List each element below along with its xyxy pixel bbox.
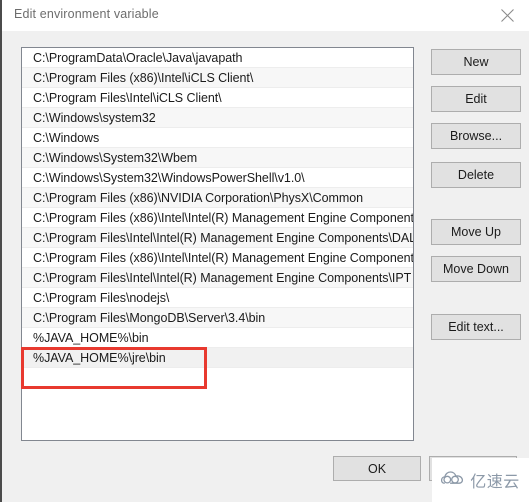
- table-row[interactable]: %JAVA_HOME%\bin: [22, 328, 413, 348]
- table-row[interactable]: C:\Program Files (x86)\NVIDIA Corporatio…: [22, 188, 413, 208]
- edit-environment-variable-dialog: Edit environment variable C:\ProgramData…: [0, 0, 529, 502]
- table-row[interactable]: C:\Windows\System32\WindowsPowerShell\v1…: [22, 168, 413, 188]
- table-row[interactable]: C:\Windows\system32: [22, 108, 413, 128]
- delete-button[interactable]: Delete: [431, 162, 521, 188]
- edit-text-button[interactable]: Edit text...: [431, 314, 521, 340]
- table-row[interactable]: C:\Windows: [22, 128, 413, 148]
- table-row[interactable]: C:\Program Files\nodejs\: [22, 288, 413, 308]
- table-row[interactable]: C:\Program Files\MongoDB\Server\3.4\bin: [22, 308, 413, 328]
- path-list[interactable]: C:\ProgramData\Oracle\Java\javapath C:\Pr…: [21, 47, 414, 441]
- window-title: Edit environment variable: [14, 7, 159, 21]
- watermark-text: 亿速云: [470, 472, 520, 491]
- table-row[interactable]: C:\Program Files (x86)\Intel\Intel(R) Ma…: [22, 208, 413, 228]
- table-row[interactable]: C:\Program Files\Intel\Intel(R) Manageme…: [22, 228, 413, 248]
- cloud-icon: [441, 470, 467, 491]
- move-up-button[interactable]: Move Up: [431, 219, 521, 245]
- edit-button[interactable]: Edit: [431, 86, 521, 112]
- title-bar: Edit environment variable: [2, 0, 529, 31]
- dialog-client-area: C:\ProgramData\Oracle\Java\javapath C:\Pr…: [2, 31, 529, 502]
- table-row[interactable]: C:\Program Files\Intel\iCLS Client\: [22, 88, 413, 108]
- move-down-button[interactable]: Move Down: [431, 256, 521, 282]
- close-icon[interactable]: [485, 0, 529, 30]
- table-row[interactable]: %JAVA_HOME%\jre\bin: [22, 348, 413, 368]
- table-row[interactable]: C:\Program Files (x86)\Intel\Intel(R) Ma…: [22, 248, 413, 268]
- table-row[interactable]: C:\Windows\System32\Wbem: [22, 148, 413, 168]
- table-row[interactable]: C:\Program Files\Intel\Intel(R) Manageme…: [22, 268, 413, 288]
- browse-button[interactable]: Browse...: [431, 123, 521, 149]
- table-row[interactable]: C:\ProgramData\Oracle\Java\javapath: [22, 48, 413, 68]
- ok-button[interactable]: OK: [333, 456, 421, 481]
- new-button[interactable]: New: [431, 49, 521, 75]
- table-row[interactable]: C:\Program Files (x86)\Intel\iCLS Client…: [22, 68, 413, 88]
- path-list-rows: C:\ProgramData\Oracle\Java\javapath C:\Pr…: [22, 48, 413, 368]
- watermark: 亿速云: [432, 458, 529, 502]
